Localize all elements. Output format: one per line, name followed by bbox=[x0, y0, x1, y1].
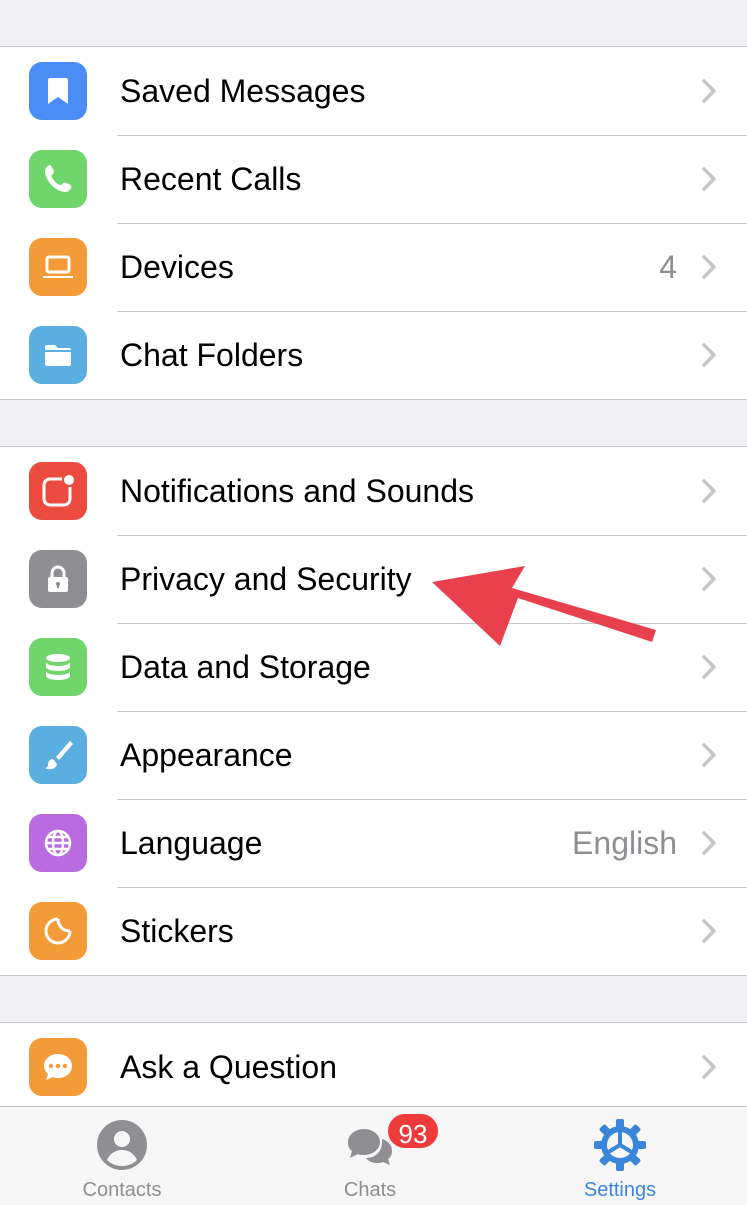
row-label: Appearance bbox=[120, 737, 293, 773]
tab-bar: Contacts 93 Chats Settings bbox=[0, 1106, 747, 1205]
settings-group-1: Saved Messages Recent Calls Devices 4 Ch… bbox=[0, 46, 747, 400]
chevron-right-icon bbox=[702, 567, 716, 591]
tab-label: Contacts bbox=[82, 1179, 162, 1201]
brush-icon bbox=[29, 726, 87, 784]
chevron-right-icon bbox=[702, 1055, 716, 1079]
settings-screen: Saved Messages Recent Calls Devices 4 Ch… bbox=[0, 0, 747, 1205]
tab-settings[interactable]: Settings bbox=[530, 1107, 710, 1205]
settings-item-appearance[interactable]: Appearance bbox=[0, 711, 747, 799]
settings-item-chat-folders[interactable]: Chat Folders bbox=[0, 311, 747, 399]
settings-item-ask-question[interactable]: Ask a Question bbox=[0, 1023, 747, 1111]
lock-icon bbox=[29, 550, 87, 608]
phone-icon bbox=[29, 150, 87, 208]
row-label: Ask a Question bbox=[120, 1049, 337, 1085]
chevron-right-icon bbox=[702, 655, 716, 679]
folder-icon bbox=[29, 326, 87, 384]
bookmark-icon bbox=[29, 62, 87, 120]
language-value: English bbox=[572, 825, 677, 861]
settings-item-data-storage[interactable]: Data and Storage bbox=[0, 623, 747, 711]
chevron-right-icon bbox=[702, 831, 716, 855]
settings-item-stickers[interactable]: Stickers bbox=[0, 887, 747, 975]
devices-count: 4 bbox=[659, 249, 677, 285]
settings-item-devices[interactable]: Devices 4 bbox=[0, 223, 747, 311]
gear-icon bbox=[594, 1119, 646, 1171]
tab-chats[interactable]: 93 Chats bbox=[280, 1107, 460, 1205]
globe-icon bbox=[29, 814, 87, 872]
settings-item-notifications[interactable]: Notifications and Sounds bbox=[0, 447, 747, 535]
tab-contacts[interactable]: Contacts bbox=[32, 1107, 212, 1205]
tab-label: Settings bbox=[583, 1179, 657, 1201]
laptop-icon bbox=[29, 238, 87, 296]
sticker-icon bbox=[29, 902, 87, 960]
row-label: Data and Storage bbox=[120, 649, 371, 685]
row-label: Devices bbox=[120, 249, 234, 285]
settings-group-3: Ask a Question bbox=[0, 1022, 747, 1112]
chevron-right-icon bbox=[702, 343, 716, 367]
chevron-right-icon bbox=[702, 255, 716, 279]
row-label: Recent Calls bbox=[120, 161, 302, 197]
chat-bubble-icon bbox=[29, 1038, 87, 1096]
chevron-right-icon bbox=[702, 79, 716, 103]
chevron-right-icon bbox=[702, 743, 716, 767]
chats-unread-badge: 93 bbox=[385, 1111, 441, 1151]
settings-item-privacy-security[interactable]: Privacy and Security bbox=[0, 535, 747, 623]
row-label: Privacy and Security bbox=[120, 561, 412, 597]
chevron-right-icon bbox=[702, 919, 716, 943]
tab-label: Chats bbox=[343, 1179, 397, 1201]
chevron-right-icon bbox=[702, 479, 716, 503]
database-icon bbox=[29, 638, 87, 696]
chevron-right-icon bbox=[702, 167, 716, 191]
row-label: Language bbox=[120, 825, 263, 861]
row-label: Notifications and Sounds bbox=[120, 473, 474, 509]
settings-item-recent-calls[interactable]: Recent Calls bbox=[0, 135, 747, 223]
person-icon bbox=[97, 1120, 147, 1170]
settings-group-2: Notifications and Sounds Privacy and Sec… bbox=[0, 446, 747, 976]
row-label: Chat Folders bbox=[120, 337, 304, 373]
settings-item-saved-messages[interactable]: Saved Messages bbox=[0, 47, 747, 135]
notification-icon bbox=[29, 462, 87, 520]
settings-item-language[interactable]: Language English bbox=[0, 799, 747, 887]
row-label: Stickers bbox=[120, 913, 234, 949]
row-label: Saved Messages bbox=[120, 73, 366, 109]
